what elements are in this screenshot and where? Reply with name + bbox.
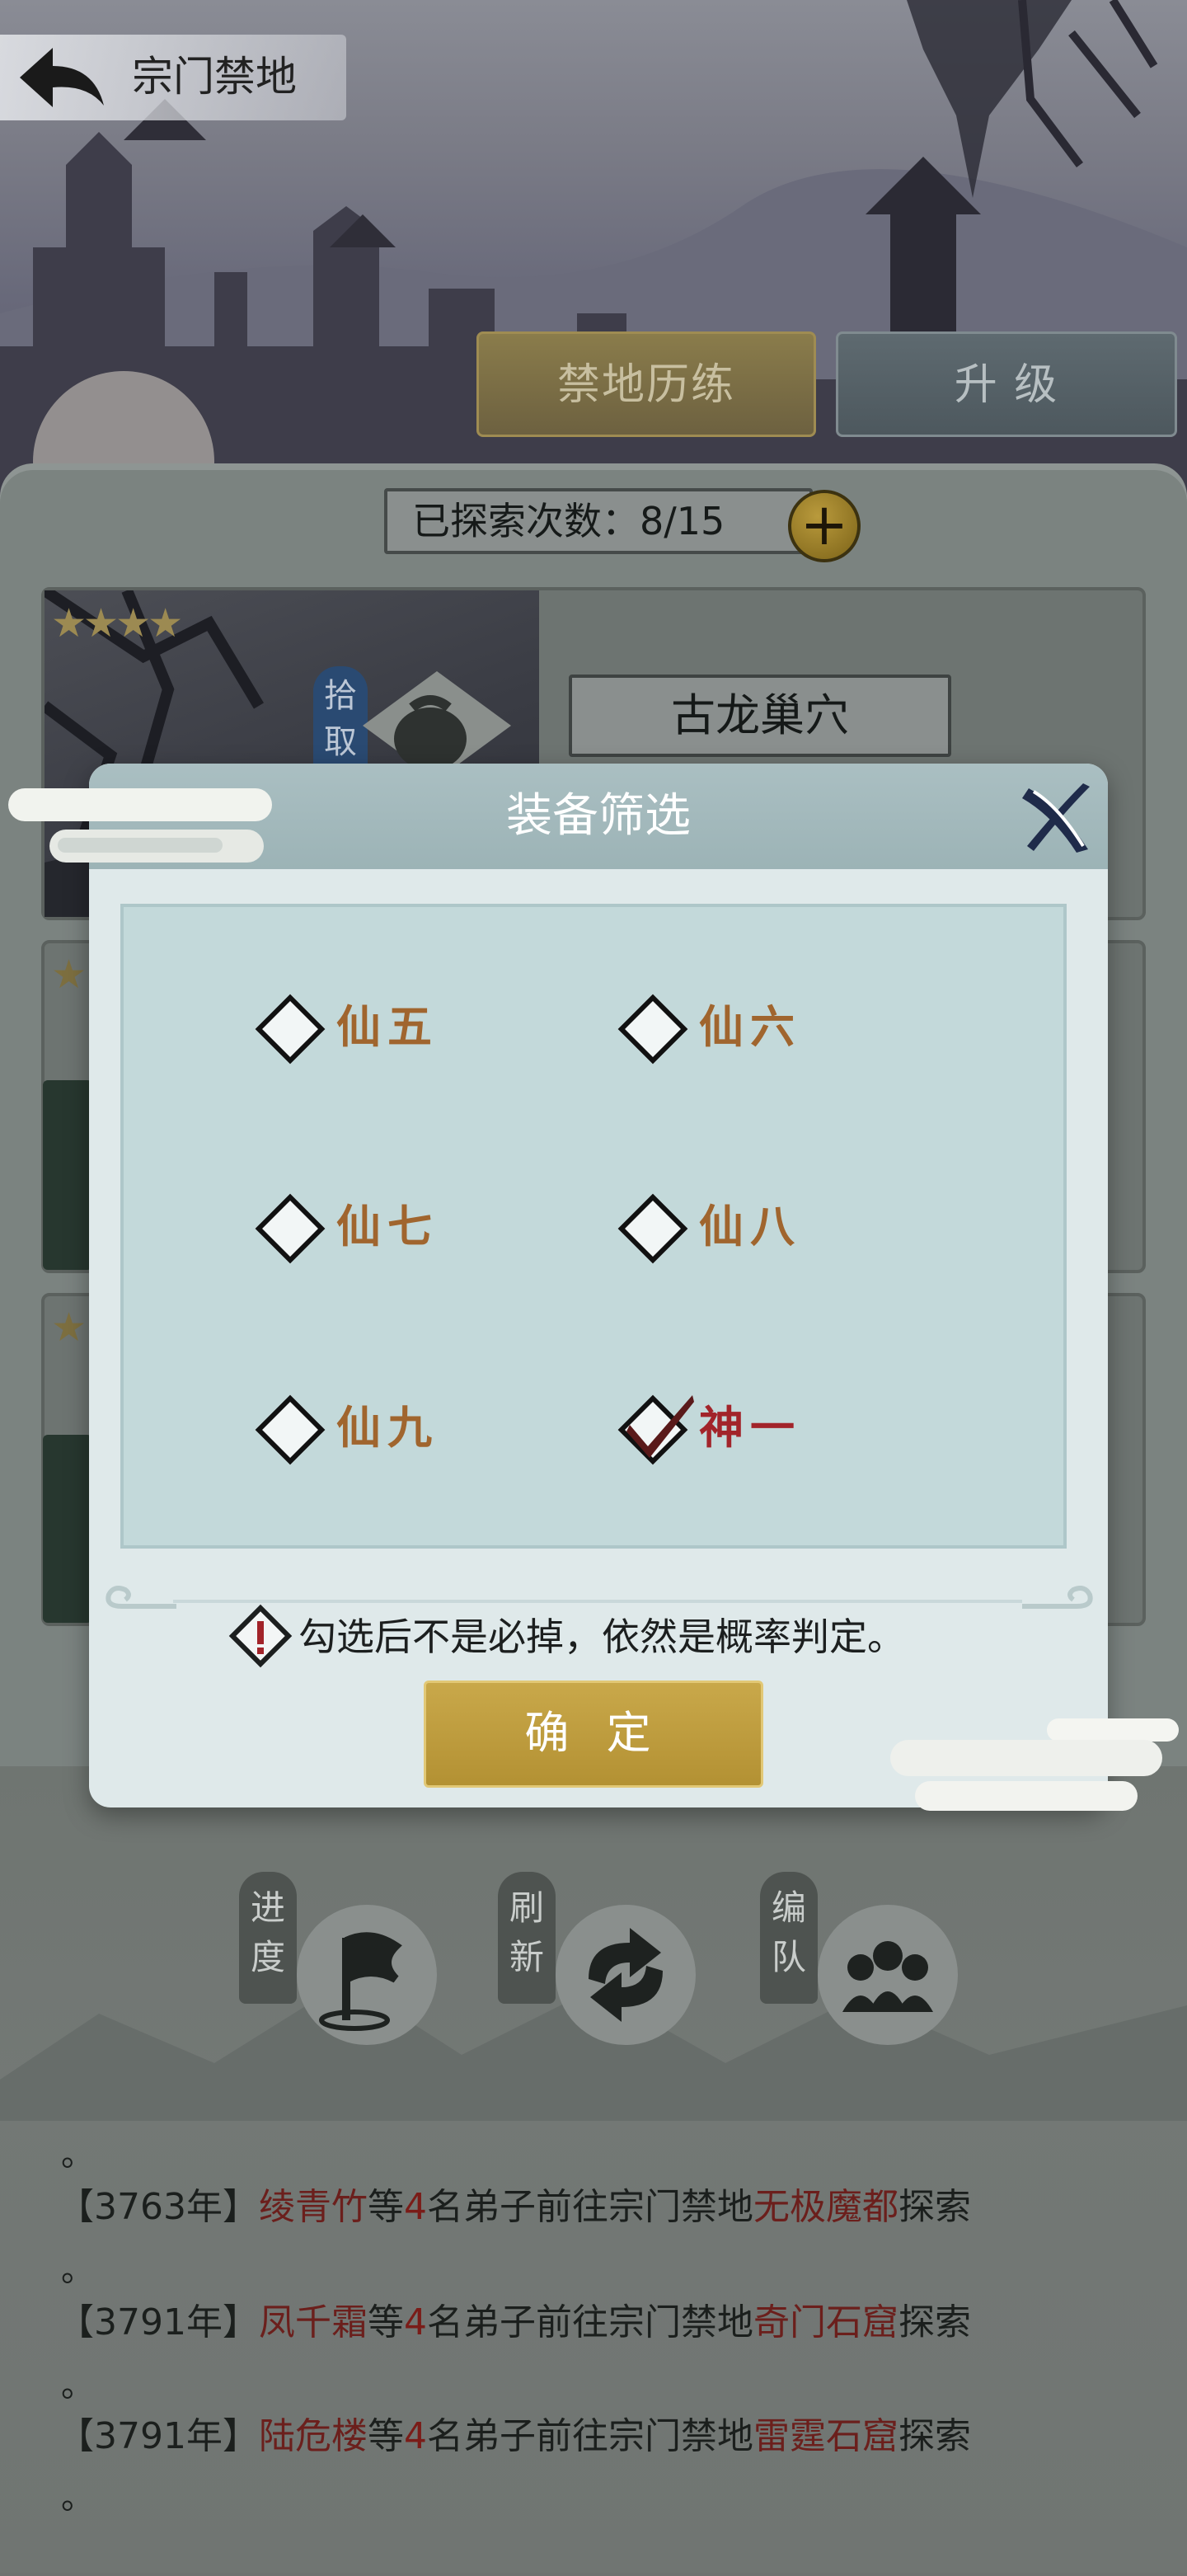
log-year: 【3791年】 [58, 2301, 259, 2343]
log-dot: 。 [61, 2479, 94, 2517]
filter-option[interactable]: 仙六 [602, 986, 866, 1069]
card-artwork [43, 1080, 92, 1270]
cloud-swirl-icon [97, 1582, 180, 1623]
log-text: 探索 [898, 2186, 971, 2228]
tab-forbidden-trial[interactable]: 禁地历练 [476, 331, 816, 437]
option-label: 仙九 [336, 1402, 439, 1454]
star-icon: ★ [51, 1304, 87, 1351]
back-arrow-icon [20, 48, 104, 107]
team-button[interactable]: 编队 [760, 1872, 958, 2045]
option-label: 仙七 [336, 1201, 439, 1253]
flag-icon [319, 1932, 402, 2031]
progress-label: 进度 [239, 1872, 297, 2004]
option-label: 仙六 [699, 1001, 801, 1053]
page-title: 宗门禁地 [132, 53, 297, 101]
checkmark-icon [626, 1395, 694, 1458]
team-circle [818, 1905, 958, 2045]
log-dot: 。 [61, 2367, 94, 2404]
log-place: 奇门石窟 [753, 2301, 898, 2343]
log-line: 【3791年】陆危楼等4名弟子前往宗门禁地雷霆石窟探索 [58, 2406, 1171, 2459]
card-artwork [43, 1435, 92, 1623]
log-line: 【3763年】绫青竹等4名弟子前往宗门禁地无极魔都探索 [58, 2177, 1171, 2230]
log-text: 等 [367, 2301, 404, 2343]
log-place: 雷霆石窟 [753, 2415, 898, 2457]
log-year: 【3763年】 [58, 2186, 259, 2228]
log-text: 名弟子前往宗门禁地 [426, 2301, 753, 2343]
log-disciple: 绫青竹 [258, 2186, 368, 2228]
close-icon [1022, 783, 1090, 853]
option-label: 神一 [699, 1402, 801, 1454]
back-button[interactable] [12, 43, 110, 112]
filter-option[interactable]: 仙九 [239, 1387, 503, 1469]
checkbox-icon [255, 1394, 326, 1465]
log-disciple: 凤千霜 [258, 2301, 368, 2343]
warning-icon [228, 1603, 293, 1669]
team-label: 编队 [760, 1872, 818, 2004]
tab-upgrade[interactable]: 升 级 [836, 331, 1177, 437]
log-text: 等 [367, 2186, 404, 2228]
log-text: 名弟子前往宗门禁地 [426, 2186, 753, 2228]
progress-button[interactable]: 进度 [239, 1872, 437, 2045]
confirm-button[interactable]: 确 定 [424, 1681, 763, 1788]
log-dot: 。 [61, 2136, 94, 2174]
log-dot: 。 [61, 2251, 94, 2289]
checkbox-icon [617, 994, 688, 1065]
log-text: 探索 [898, 2415, 971, 2457]
filter-option[interactable]: 神一 [602, 1387, 866, 1469]
log-place: 无极魔都 [753, 2186, 898, 2228]
log-text: 等 [367, 2415, 404, 2457]
refresh-icon [589, 1928, 663, 2022]
log-year: 【3791年】 [58, 2415, 259, 2457]
log-disciple: 陆危楼 [258, 2415, 368, 2457]
filter-option[interactable]: 仙七 [239, 1186, 503, 1268]
divider [173, 1600, 1022, 1603]
refresh-label: 刷新 [498, 1872, 556, 2004]
difficulty-stars: ★★★★ [51, 600, 183, 646]
checkbox-icon [255, 994, 326, 1065]
notice-text: 勾选后不是必掉，依然是概率判定。 [298, 1615, 905, 1659]
option-label: 仙五 [336, 1001, 439, 1053]
log-text: 名弟子前往宗门禁地 [426, 2415, 753, 2457]
filter-option[interactable]: 仙五 [239, 986, 503, 1069]
location-name: 古龙巢穴 [569, 675, 951, 757]
team-icon [842, 1941, 933, 2012]
filter-option[interactable]: 仙八 [602, 1186, 866, 1268]
log-count: 4 [403, 2301, 427, 2343]
add-explore-button[interactable]: + [788, 490, 861, 562]
log-count: 4 [403, 2415, 427, 2457]
cloud-decoration [882, 1707, 1187, 1814]
log-text: 探索 [898, 2301, 971, 2343]
checkbox-icon [255, 1193, 326, 1264]
cloud-decoration [0, 780, 289, 879]
refresh-circle [556, 1905, 696, 2045]
log-count: 4 [403, 2186, 427, 2228]
explore-count: 已探索次数：8/15 [384, 488, 813, 554]
cloud-swirl-icon [1019, 1582, 1101, 1623]
star-icon: ★ [51, 952, 87, 998]
log-line: 【3791年】凤千霜等4名弟子前往宗门禁地奇门石窟探索 [58, 2292, 1171, 2345]
close-button[interactable] [1017, 780, 1100, 858]
refresh-button[interactable]: 刷新 [498, 1872, 696, 2045]
option-label: 仙八 [699, 1201, 801, 1253]
progress-circle [297, 1905, 437, 2045]
checkbox-icon [617, 1193, 688, 1264]
